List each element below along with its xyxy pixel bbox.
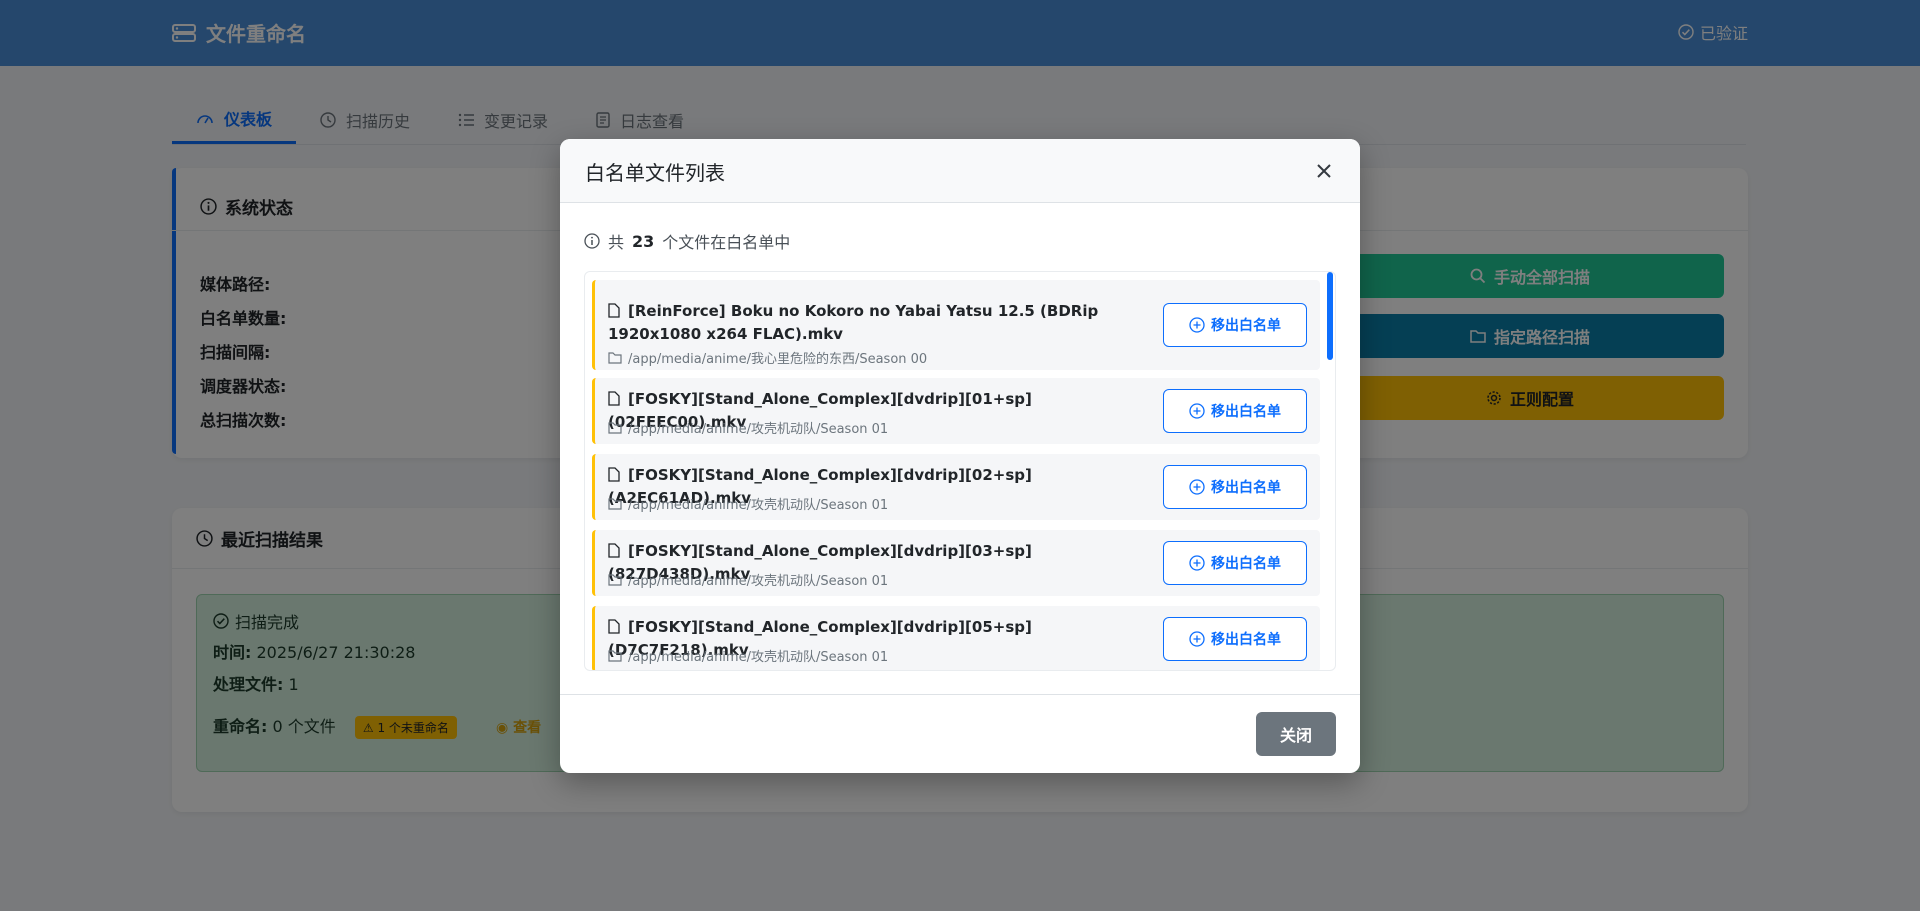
file-path-text: /app/media/anime/攻壳机动队/Season 01 (628, 422, 889, 437)
file-path: /app/media/anime/攻壳机动队/Season 01 (608, 646, 888, 665)
list-scrollbar-thumb[interactable] (1327, 272, 1333, 360)
button-label: 移出白名单 (1211, 556, 1281, 572)
file-name: [ReinForce] Boku no Kokoro no Yabai Yats… (608, 300, 1148, 346)
list-item: [FOSKY][Stand_Alone_Complex][dvdrip][05+… (592, 606, 1320, 670)
file-icon (608, 303, 620, 318)
file-icon (608, 543, 620, 558)
modal-header: 白名单文件列表 (560, 139, 1360, 203)
folder-icon (608, 649, 622, 662)
folder-icon (608, 421, 622, 434)
file-path-text: /app/media/anime/攻壳机动队/Season 01 (628, 574, 889, 589)
button-label: 移出白名单 (1211, 404, 1281, 420)
close-button[interactable]: 关闭 (1256, 712, 1336, 756)
remove-from-whitelist-button[interactable]: 移出白名单 (1163, 617, 1307, 661)
file-path: /app/media/anime/攻壳机动队/Season 01 (608, 418, 888, 437)
list-item: [ReinForce] Boku no Kokoro no Yabai Yats… (592, 280, 1320, 370)
file-icon (608, 619, 620, 634)
whitelist-count-info: 共 23 个文件在白名单中 (584, 229, 790, 253)
close-icon (1317, 164, 1331, 178)
modal-title: 白名单文件列表 (585, 161, 725, 185)
plus-circle-icon (1189, 631, 1205, 647)
file-path-text: /app/media/anime/攻壳机动队/Season 01 (628, 498, 889, 513)
button-label: 移出白名单 (1211, 632, 1281, 648)
whitelist-file-list[interactable]: [ReinForce] Boku no Kokoro no Yabai Yats… (584, 271, 1336, 671)
list-item: [FOSKY][Stand_Alone_Complex][dvdrip][01+… (592, 378, 1320, 444)
file-path-text: /app/media/anime/攻壳机动队/Season 01 (628, 650, 889, 665)
file-path: /app/media/anime/攻壳机动队/Season 01 (608, 494, 888, 513)
remove-from-whitelist-button[interactable]: 移出白名单 (1163, 389, 1307, 433)
plus-circle-icon (1189, 479, 1205, 495)
file-icon (608, 391, 620, 406)
file-name-text: [ReinForce] Boku no Kokoro no Yabai Yats… (608, 302, 1099, 343)
remove-from-whitelist-button[interactable]: 移出白名单 (1163, 303, 1307, 347)
modal-close-button[interactable] (1312, 159, 1336, 183)
plus-circle-icon (1189, 317, 1205, 333)
folder-icon (608, 573, 622, 586)
whitelist-modal: 白名单文件列表 共 23 个文件在白名单中 [ReinForce] Boku n… (560, 139, 1360, 773)
remove-from-whitelist-button[interactable]: 移出白名单 (1163, 465, 1307, 509)
info-count: 23 (632, 231, 655, 251)
folder-icon (608, 351, 622, 364)
info-icon (584, 233, 600, 249)
plus-circle-icon (1189, 403, 1205, 419)
file-icon (608, 467, 620, 482)
info-prefix: 共 (608, 233, 625, 252)
file-path: /app/media/anime/我心里危险的东西/Season 00 (608, 348, 927, 367)
button-label: 移出白名单 (1211, 480, 1281, 496)
info-suffix: 个文件在白名单中 (662, 233, 791, 252)
remove-from-whitelist-button[interactable]: 移出白名单 (1163, 541, 1307, 585)
file-path-text: /app/media/anime/我心里危险的东西/Season 00 (628, 352, 928, 367)
plus-circle-icon (1189, 555, 1205, 571)
button-label: 移出白名单 (1211, 318, 1281, 334)
modal-footer: 关闭 (560, 694, 1360, 773)
list-item: [FOSKY][Stand_Alone_Complex][dvdrip][02+… (592, 454, 1320, 520)
folder-icon (608, 497, 622, 510)
file-path: /app/media/anime/攻壳机动队/Season 01 (608, 570, 888, 589)
list-item: [FOSKY][Stand_Alone_Complex][dvdrip][03+… (592, 530, 1320, 596)
